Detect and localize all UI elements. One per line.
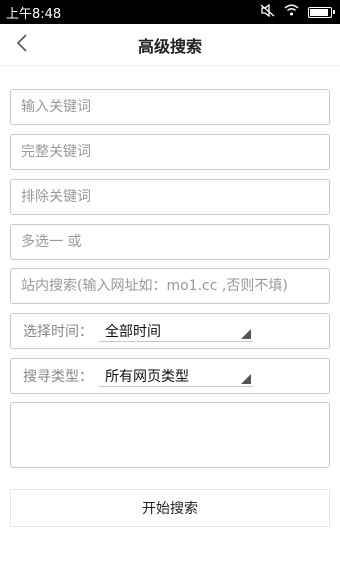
app-header: 高级搜索	[0, 24, 340, 66]
any-keywords-input[interactable]	[11, 225, 329, 259]
status-time: 上午8:48	[6, 6, 62, 22]
exclude-keywords-field	[10, 179, 330, 215]
exact-keywords-input[interactable]	[11, 135, 329, 169]
mute-icon	[260, 3, 275, 21]
keywords-field	[10, 89, 330, 125]
type-select-value: 所有网页类型	[105, 368, 189, 385]
dropdown-arrow-icon	[241, 374, 251, 384]
exclude-keywords-input[interactable]	[11, 180, 329, 214]
battery-icon	[308, 6, 335, 18]
time-label: 选择时间：	[23, 324, 93, 340]
time-select-value: 全部时间	[105, 323, 161, 340]
query-textarea[interactable]	[11, 403, 329, 467]
start-search-button[interactable]: 开始搜索	[10, 489, 330, 527]
keywords-input[interactable]	[11, 90, 329, 124]
wifi-icon	[284, 4, 299, 20]
type-label: 搜寻类型：	[23, 369, 93, 385]
query-textarea-field	[10, 402, 330, 468]
time-select-row: 选择时间： 全部时间	[10, 313, 330, 349]
status-icons	[260, 3, 335, 21]
dropdown-arrow-icon	[241, 329, 251, 339]
time-select[interactable]: 全部时间	[99, 320, 253, 342]
type-select[interactable]: 所有网页类型	[99, 365, 253, 387]
site-search-input[interactable]	[11, 269, 329, 303]
type-select-row: 搜寻类型： 所有网页类型	[10, 358, 330, 394]
any-keywords-field	[10, 224, 330, 260]
page-title: 高级搜索	[137, 36, 202, 56]
exact-keywords-field	[10, 134, 330, 170]
status-bar: 上午8:48	[0, 0, 340, 24]
site-search-field	[10, 268, 330, 304]
chevron-left-icon	[16, 33, 28, 57]
back-button[interactable]	[10, 32, 34, 58]
